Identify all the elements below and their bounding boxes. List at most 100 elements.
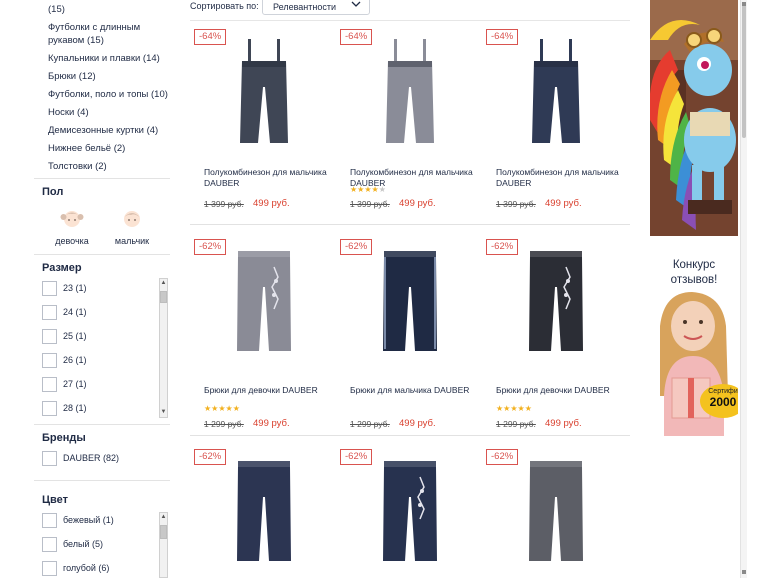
size-filter-list: 23 (1) 24 (1) 25 (1) 26 (1) 27 (1) 28 (1…: [42, 278, 170, 418]
category-item[interactable]: Купальники и плавки (14): [48, 52, 176, 65]
checkbox[interactable]: [42, 280, 57, 296]
category-item[interactable]: Носки (4): [48, 106, 176, 119]
category-item[interactable]: Нижнее бельё (2): [48, 142, 176, 155]
checkbox[interactable]: [42, 400, 57, 416]
girl-face-icon: [60, 211, 84, 227]
checkbox[interactable]: [42, 450, 57, 466]
color-option[interactable]: белый (5): [42, 536, 103, 552]
pants-image: [383, 251, 437, 351]
sort-selected-value: Релевантности: [273, 2, 336, 12]
sort-label: Сортировать по:: [190, 1, 259, 11]
size-option[interactable]: 24 (1): [42, 304, 87, 320]
pants-image: [237, 251, 291, 351]
category-item[interactable]: Демисезонные куртки (4): [48, 124, 176, 137]
product-image[interactable]: [486, 37, 626, 157]
checkbox[interactable]: [42, 376, 57, 392]
size-list-scrollbar[interactable]: ▲ ▼: [159, 278, 168, 418]
checkbox[interactable]: [42, 512, 57, 528]
gender-boy[interactable]: мальчик: [104, 206, 160, 246]
new-price: 499 руб.: [253, 198, 290, 209]
checkbox[interactable]: [42, 536, 57, 552]
rating-stars: ★★★★★: [350, 185, 386, 194]
category-item[interactable]: (15): [48, 3, 176, 16]
contest-banner[interactable]: Конкурс отзывов! Сертифи 2000: [650, 236, 738, 436]
color-list-scrollbar[interactable]: ▲: [159, 512, 168, 578]
product-image[interactable]: [486, 457, 626, 577]
filter-sidebar: (15) Футболки с длинным рукавом (15) Куп…: [34, 0, 174, 578]
scroll-thumb[interactable]: [160, 525, 167, 539]
new-price: 499 руб.: [399, 198, 436, 209]
scroll-down-icon[interactable]: [742, 570, 746, 574]
page-scrollbar[interactable]: [740, 0, 747, 578]
product-image[interactable]: [340, 457, 480, 577]
new-price: 499 руб.: [545, 198, 582, 209]
boy-face-icon: [124, 211, 140, 227]
color-filter-list: бежевый (1) белый (5) голубой (6): [42, 510, 170, 578]
checkbox[interactable]: [42, 560, 57, 576]
checkbox[interactable]: [42, 304, 57, 320]
old-price: 1 399 руб.: [496, 199, 536, 209]
rating-stars: ★★★★★: [496, 404, 532, 413]
product-image[interactable]: [340, 37, 480, 157]
new-price: 499 руб.: [253, 418, 290, 429]
category-list: (15) Футболки с длинным рукавом (15) Куп…: [48, 0, 176, 178]
product-name[interactable]: Полукомбинезон для мальчика DAUBER: [496, 167, 626, 189]
chevron-down-icon: [351, 1, 361, 7]
size-option[interactable]: 23 (1): [42, 280, 87, 296]
sort-bar: Сортировать по: Релевантности: [190, 0, 630, 16]
product-image[interactable]: [194, 247, 334, 367]
old-price: 1 399 руб.: [204, 199, 244, 209]
category-item[interactable]: Футболки, поло и топы (10): [48, 88, 176, 101]
ad-banner[interactable]: Конкурс отзывов! Сертифи 2000: [650, 0, 738, 436]
contest-title: Конкурс отзывов!: [670, 259, 718, 286]
overalls-image: [386, 39, 434, 143]
row-divider: [190, 435, 630, 436]
pony-illustration: [650, 0, 738, 236]
pants-image: [529, 461, 583, 561]
product-image[interactable]: [194, 457, 334, 577]
product-name[interactable]: Брюки для девочки DAUBER: [204, 385, 334, 396]
pants-image: [383, 461, 437, 561]
scroll-up-icon[interactable]: ▲: [160, 280, 167, 287]
product-image[interactable]: [194, 37, 334, 157]
brand-option[interactable]: DAUBER (82): [42, 450, 119, 466]
size-option[interactable]: 28 (1): [42, 400, 87, 416]
new-price: 499 руб.: [545, 418, 582, 429]
product-image[interactable]: [486, 247, 626, 367]
product-image[interactable]: [340, 247, 480, 367]
product-name[interactable]: Полукомбинезон для мальчика DAUBER: [204, 167, 334, 189]
new-price: 499 руб.: [399, 418, 436, 429]
color-option[interactable]: бежевый (1): [42, 512, 114, 528]
gender-girl[interactable]: девочка: [44, 206, 100, 246]
category-item[interactable]: Футболки с длинным рукавом (15): [48, 21, 176, 47]
size-option[interactable]: 27 (1): [42, 376, 87, 392]
divider: [34, 178, 170, 179]
product-name[interactable]: Брюки для мальчика DAUBER: [350, 385, 480, 396]
scroll-up-icon[interactable]: [742, 2, 746, 6]
category-item[interactable]: Толстовки (2): [48, 160, 176, 173]
size-option[interactable]: 25 (1): [42, 328, 87, 344]
old-price: 1 299 руб.: [496, 419, 536, 429]
checkbox[interactable]: [42, 352, 57, 368]
divider: [190, 20, 630, 21]
old-price: 1 299 руб.: [204, 419, 244, 429]
size-option[interactable]: 26 (1): [42, 352, 87, 368]
gender-title: Пол: [42, 186, 64, 198]
category-item[interactable]: Брюки (12): [48, 70, 176, 83]
brand-filter-list: DAUBER (82): [42, 448, 170, 470]
scroll-thumb[interactable]: [160, 291, 167, 303]
gender-label: девочка: [55, 236, 89, 246]
scroll-up-icon[interactable]: ▲: [160, 514, 167, 521]
old-price: 1 399 руб.: [350, 199, 390, 209]
old-price: 1 299 руб.: [350, 419, 390, 429]
color-option[interactable]: голубой (6): [42, 560, 109, 576]
checkbox[interactable]: [42, 328, 57, 344]
product-name[interactable]: Брюки для девочки DAUBER: [496, 385, 626, 396]
divider: [34, 480, 170, 481]
sort-select[interactable]: Релевантности: [262, 0, 370, 15]
divider: [34, 424, 170, 425]
overalls-image: [532, 39, 580, 143]
scroll-down-icon[interactable]: ▼: [160, 409, 167, 416]
banner-top-image: [650, 0, 738, 236]
page-scroll-thumb[interactable]: [742, 4, 746, 138]
